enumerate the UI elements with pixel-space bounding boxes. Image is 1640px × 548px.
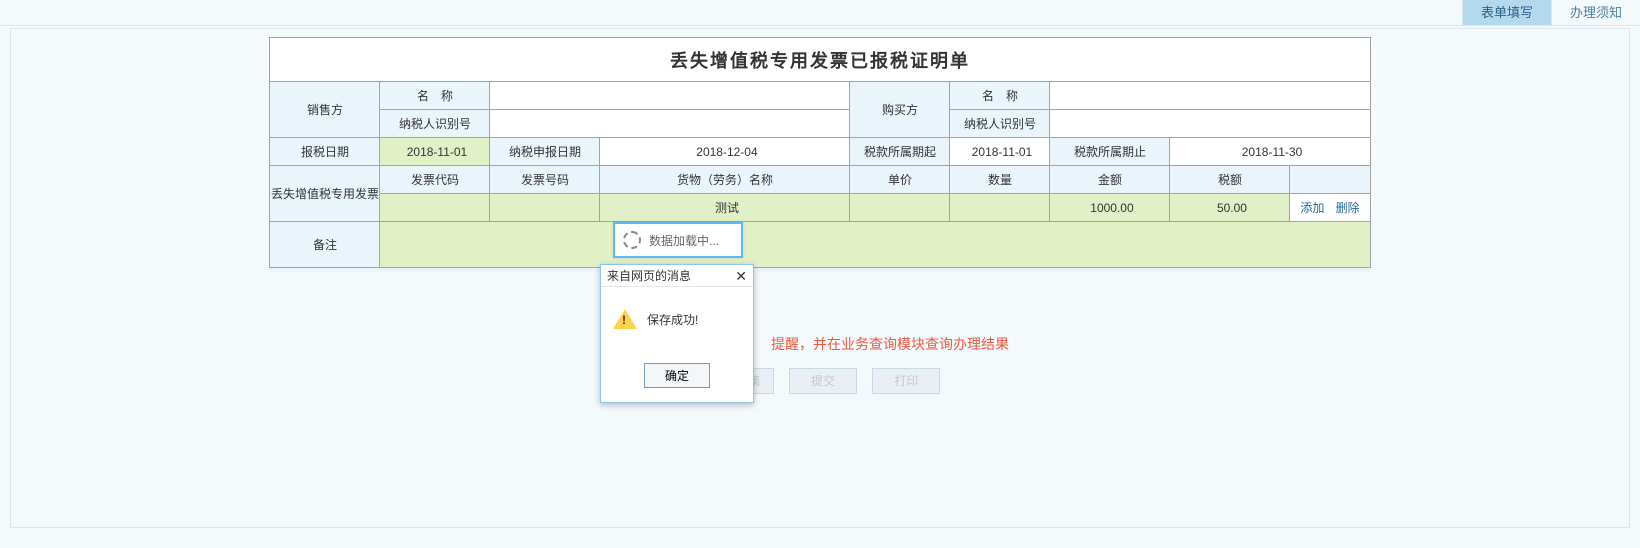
period-end-label: 税款所属期止 — [1050, 138, 1170, 166]
col-code: 发票代码 — [380, 166, 490, 194]
row-qty[interactable] — [950, 194, 1050, 222]
dialog-footer: 确定 — [601, 355, 753, 402]
topbar: 表单填写 办理须知 — [0, 0, 1640, 26]
form-title: 丢失增值税专用发票已报税证明单 — [270, 38, 1370, 82]
tab-instructions[interactable]: 办理须知 — [1551, 0, 1640, 25]
remark-label: 备注 — [270, 222, 380, 268]
row-actions: 添加 删除 — [1290, 194, 1370, 222]
period-start-value: 2018-11-01 — [950, 138, 1050, 166]
shenbao-date-label: 纳税申报日期 — [490, 138, 600, 166]
footer-buttons: 资料采集 提交 打印 — [11, 368, 1629, 394]
table-bottom-divider — [270, 268, 1370, 272]
col-actions — [1290, 166, 1370, 194]
seller-taxid-value — [490, 110, 850, 138]
col-tax: 税额 — [1170, 166, 1290, 194]
buyer-name-label: 名 称 — [950, 82, 1050, 110]
seller-header: 销售方 — [270, 82, 380, 138]
message-dialog: 来自网页的消息 ✕ 保存成功! 确定 — [600, 264, 754, 403]
remark-value[interactable] — [380, 222, 1370, 268]
seller-name-label: 名 称 — [380, 82, 490, 110]
btn-dayin[interactable]: 打印 — [872, 368, 940, 394]
period-end-value: 2018-11-30 — [1170, 138, 1370, 166]
col-num: 发票号码 — [490, 166, 600, 194]
form-panel: 丢失增值税专用发票已报税证明单 销售方 名 称 购买方 名 称 纳税人识别号 纳… — [10, 28, 1630, 528]
row-code[interactable] — [380, 194, 490, 222]
buyer-name-value — [1050, 82, 1370, 110]
buyer-header: 购买方 — [850, 82, 950, 138]
dialog-title: 来自网页的消息 — [607, 267, 691, 284]
notice-text: 温馨提示：请注意短信提醒，并在业务查询模块查询办理结果 — [11, 334, 1629, 354]
lost-invoice-header: 丢失增值税专用发票 — [270, 166, 380, 222]
period-start-label: 税款所属期起 — [850, 138, 950, 166]
close-icon[interactable]: ✕ — [735, 269, 747, 283]
col-goods: 货物（劳务）名称 — [600, 166, 850, 194]
row-goods[interactable]: 测试 — [600, 194, 850, 222]
dialog-message: 保存成功! — [647, 311, 698, 328]
col-amount: 金额 — [1050, 166, 1170, 194]
ok-button[interactable]: 确定 — [644, 363, 710, 388]
row-price[interactable] — [850, 194, 950, 222]
col-price: 单价 — [850, 166, 950, 194]
buyer-taxid-label: 纳税人识别号 — [950, 110, 1050, 138]
col-qty: 数量 — [950, 166, 1050, 194]
tab-form-fill[interactable]: 表单填写 — [1462, 0, 1551, 25]
loading-toast: 数据加载中... — [613, 222, 743, 258]
baoshui-date-label: 报税日期 — [270, 138, 380, 166]
delete-button[interactable]: 删除 — [1336, 201, 1360, 215]
row-num[interactable] — [490, 194, 600, 222]
seller-taxid-label: 纳税人识别号 — [380, 110, 490, 138]
dialog-body: 保存成功! — [601, 287, 753, 355]
dialog-header: 来自网页的消息 ✕ — [601, 265, 753, 287]
notice-right: 提醒，并在业务查询模块查询办理结果 — [771, 336, 1009, 352]
form-table: 丢失增值税专用发票已报税证明单 销售方 名 称 购买方 名 称 纳税人识别号 纳… — [269, 37, 1370, 272]
buyer-taxid-value — [1050, 110, 1370, 138]
top-tabs: 表单填写 办理须知 — [1462, 0, 1640, 25]
row-tax[interactable]: 50.00 — [1170, 194, 1290, 222]
loading-text: 数据加载中... — [649, 232, 719, 249]
row-amount[interactable]: 1000.00 — [1050, 194, 1170, 222]
spinner-icon — [623, 231, 641, 249]
add-button[interactable]: 添加 — [1300, 201, 1324, 215]
shenbao-date-value: 2018-12-04 — [600, 138, 850, 166]
warning-icon — [613, 309, 637, 329]
btn-tijiao[interactable]: 提交 — [789, 368, 857, 394]
baoshui-date-value[interactable]: 2018-11-01 — [380, 138, 490, 166]
seller-name-value — [490, 82, 850, 110]
